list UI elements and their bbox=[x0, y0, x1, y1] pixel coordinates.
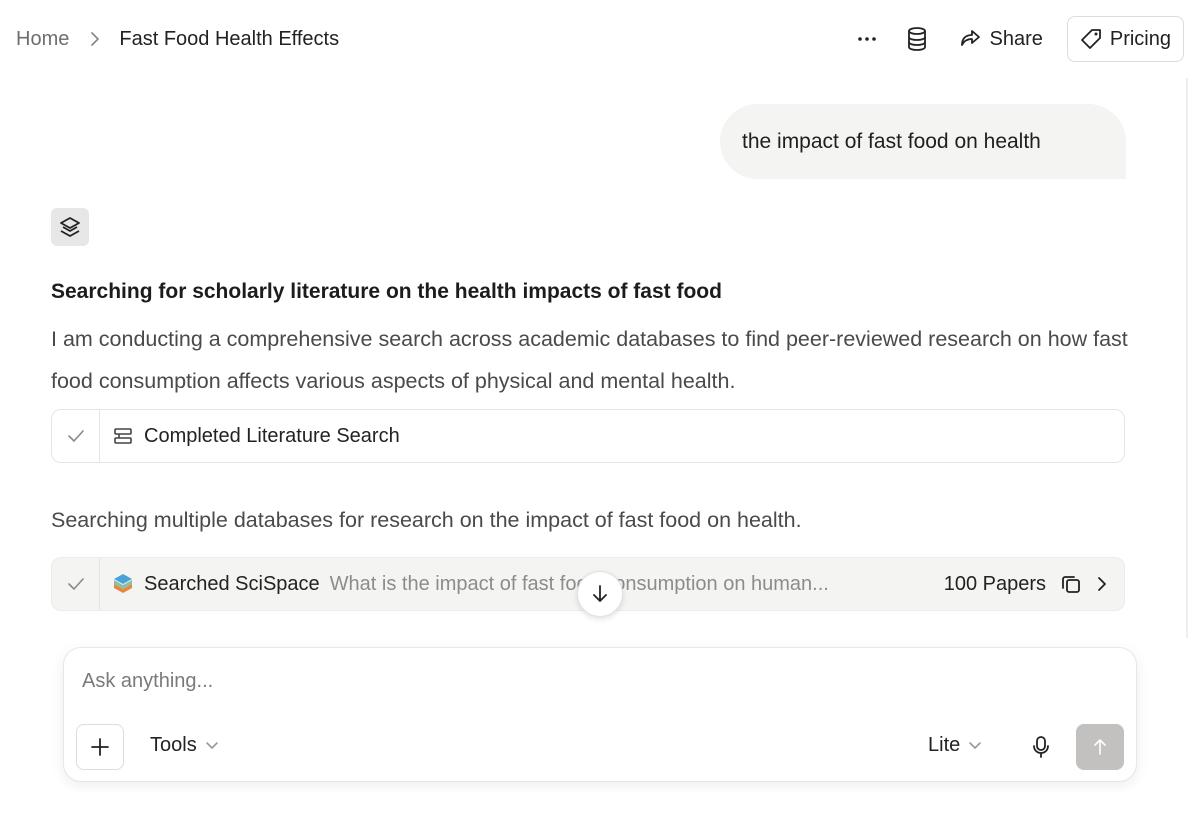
stack-list-icon bbox=[112, 425, 134, 447]
scrollbar-track[interactable] bbox=[1186, 78, 1188, 638]
send-button[interactable] bbox=[1076, 724, 1124, 770]
literature-search-step[interactable]: Completed Literature Search bbox=[51, 409, 1125, 463]
step-label: Searched SciSpace bbox=[144, 572, 320, 595]
check-icon bbox=[52, 558, 100, 610]
breadcrumb: Home Fast Food Health Effects bbox=[16, 28, 339, 51]
check-icon bbox=[52, 410, 100, 462]
response-heading: Searching for scholarly literature on th… bbox=[51, 280, 722, 303]
pricing-label: Pricing bbox=[1109, 27, 1171, 50]
chat-input[interactable] bbox=[82, 666, 982, 696]
tools-dropdown[interactable]: Tools bbox=[150, 734, 219, 757]
user-message-text: the impact of fast food on health bbox=[742, 129, 1041, 153]
response-paragraph-2: Searching multiple databases for researc… bbox=[51, 508, 802, 532]
header-actions: Share Pricing bbox=[849, 16, 1184, 62]
assistant-avatar bbox=[51, 208, 89, 246]
chevron-right-icon bbox=[89, 31, 101, 47]
chevron-down-icon bbox=[969, 741, 982, 749]
microphone-icon bbox=[1033, 736, 1049, 758]
chevron-down-icon bbox=[205, 741, 218, 749]
arrow-up-icon bbox=[1094, 739, 1106, 755]
share-label: Share bbox=[989, 27, 1043, 50]
scroll-to-bottom-button[interactable] bbox=[577, 571, 623, 617]
scispace-logo-icon bbox=[60, 217, 80, 237]
mode-label: Lite bbox=[928, 734, 961, 756]
arrow-down-icon bbox=[593, 585, 607, 602]
add-attachment-button[interactable] bbox=[76, 724, 124, 770]
scispace-color-icon bbox=[112, 573, 134, 595]
tag-icon bbox=[1080, 29, 1101, 49]
step-label: Completed Literature Search bbox=[144, 424, 400, 447]
share-button[interactable]: Share bbox=[949, 19, 1052, 59]
database-icon bbox=[908, 27, 927, 51]
bottom-strip bbox=[0, 792, 1200, 813]
share-icon bbox=[961, 30, 981, 46]
more-options-button[interactable] bbox=[849, 21, 885, 57]
composer: Tools Lite bbox=[63, 647, 1137, 782]
papers-count: 100 Papers bbox=[943, 572, 1046, 595]
microphone-button[interactable] bbox=[1026, 732, 1056, 762]
page: Home Fast Food Health Effects Share Pric… bbox=[0, 0, 1200, 813]
mode-dropdown[interactable]: Lite bbox=[928, 734, 982, 757]
pricing-button[interactable]: Pricing bbox=[1066, 16, 1184, 62]
copy-icon[interactable] bbox=[1060, 573, 1082, 595]
tools-label: Tools bbox=[150, 734, 197, 756]
database-button[interactable] bbox=[899, 21, 935, 57]
top-header: Home Fast Food Health Effects Share Pric… bbox=[0, 0, 1200, 78]
plus-icon bbox=[91, 738, 109, 756]
chevron-right-icon[interactable] bbox=[1096, 576, 1108, 592]
user-message-bubble: the impact of fast food on health bbox=[720, 104, 1126, 179]
breadcrumb-current: Fast Food Health Effects bbox=[119, 27, 340, 50]
step-right: 100 Papers bbox=[944, 573, 1124, 596]
more-horizontal-icon bbox=[858, 37, 877, 41]
step-content: Completed Literature Search bbox=[100, 410, 1124, 462]
breadcrumb-home[interactable]: Home bbox=[16, 28, 69, 51]
response-paragraph: I am conducting a comprehensive search a… bbox=[51, 327, 1128, 393]
